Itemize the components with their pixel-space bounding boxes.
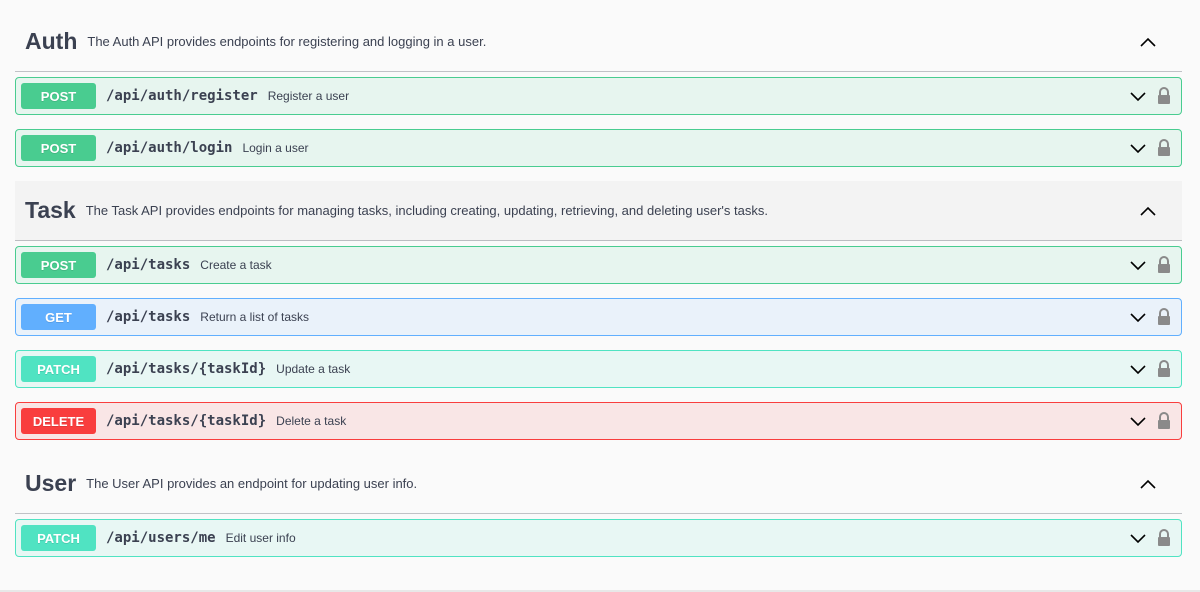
- operation-summary: Update a task: [276, 362, 351, 376]
- chevron-down-icon[interactable]: [1128, 359, 1148, 379]
- tag-section-task: Task The Task API provides endpoints for…: [15, 181, 1182, 241]
- chevron-down-icon[interactable]: [1128, 255, 1148, 275]
- tag-name: Auth: [25, 28, 78, 54]
- lock-icon[interactable]: [1156, 359, 1172, 379]
- operation-summary: Create a task: [200, 258, 272, 272]
- method-badge: POST: [21, 135, 96, 161]
- operation-summary: Register a user: [267, 89, 350, 103]
- method-badge: POST: [21, 252, 96, 278]
- operation-controls: [1128, 307, 1172, 327]
- chevron-down-icon[interactable]: [1128, 528, 1148, 548]
- lock-icon[interactable]: [1156, 411, 1172, 431]
- operation-delete-task[interactable]: DELETE /api/tasks/{taskId} Delete a task: [15, 402, 1182, 440]
- tag-section-auth: Auth The Auth API provides endpoints for…: [15, 12, 1182, 72]
- operation-path: /api/users/me: [106, 530, 216, 546]
- operation-controls: [1128, 86, 1172, 106]
- method-badge: DELETE: [21, 408, 96, 434]
- operation-path: /api/tasks: [106, 257, 191, 273]
- method-badge: PATCH: [21, 525, 96, 551]
- tag-name: User: [25, 470, 77, 496]
- operation-get-tasks[interactable]: GET /api/tasks Return a list of tasks: [15, 298, 1182, 336]
- tag-header-user[interactable]: User The User API provides an endpoint f…: [15, 454, 1182, 514]
- tag-description: The Task API provides endpoints for mana…: [85, 203, 768, 218]
- tag-description: The User API provides an endpoint for up…: [86, 476, 418, 491]
- operation-controls: [1128, 411, 1172, 431]
- operation-controls: [1128, 138, 1172, 158]
- tag-section-user: User The User API provides an endpoint f…: [15, 454, 1182, 514]
- chevron-down-icon[interactable]: [1128, 86, 1148, 106]
- tag-description: The Auth API provides endpoints for regi…: [87, 34, 487, 49]
- lock-icon[interactable]: [1156, 138, 1172, 158]
- lock-icon[interactable]: [1156, 86, 1172, 106]
- operation-path: /api/auth/register: [106, 88, 258, 104]
- operation-patch-users-me[interactable]: PATCH /api/users/me Edit user info: [15, 519, 1182, 557]
- chevron-up-icon[interactable]: [1138, 32, 1158, 52]
- operation-patch-task[interactable]: PATCH /api/tasks/{taskId} Update a task: [15, 350, 1182, 388]
- tag-header-task[interactable]: Task The Task API provides endpoints for…: [15, 181, 1182, 241]
- operation-controls: [1128, 255, 1172, 275]
- chevron-up-icon[interactable]: [1138, 201, 1158, 221]
- operation-summary: Delete a task: [276, 414, 347, 428]
- operation-path: /api/tasks: [106, 309, 191, 325]
- operation-path: /api/tasks/{taskId}: [106, 413, 267, 429]
- lock-icon[interactable]: [1156, 528, 1172, 548]
- method-badge: POST: [21, 83, 96, 109]
- operation-post-auth-login[interactable]: POST /api/auth/login Login a user: [15, 129, 1182, 167]
- operation-summary: Return a list of tasks: [200, 310, 310, 324]
- operation-summary: Edit user info: [225, 531, 296, 545]
- method-badge: PATCH: [21, 356, 96, 382]
- lock-icon[interactable]: [1156, 255, 1172, 275]
- operation-path: /api/auth/login: [106, 140, 233, 156]
- tag-header-auth[interactable]: Auth The Auth API provides endpoints for…: [15, 12, 1182, 72]
- tag-name: Task: [25, 197, 76, 223]
- chevron-down-icon[interactable]: [1128, 307, 1148, 327]
- operation-post-auth-register[interactable]: POST /api/auth/register Register a user: [15, 77, 1182, 115]
- chevron-down-icon[interactable]: [1128, 138, 1148, 158]
- chevron-down-icon[interactable]: [1128, 411, 1148, 431]
- operation-summary: Login a user: [242, 141, 309, 155]
- lock-icon[interactable]: [1156, 307, 1172, 327]
- operation-controls: [1128, 359, 1172, 379]
- operation-post-tasks[interactable]: POST /api/tasks Create a task: [15, 246, 1182, 284]
- operation-path: /api/tasks/{taskId}: [106, 361, 267, 377]
- chevron-up-icon[interactable]: [1138, 474, 1158, 494]
- operation-controls: [1128, 528, 1172, 548]
- method-badge: GET: [21, 304, 96, 330]
